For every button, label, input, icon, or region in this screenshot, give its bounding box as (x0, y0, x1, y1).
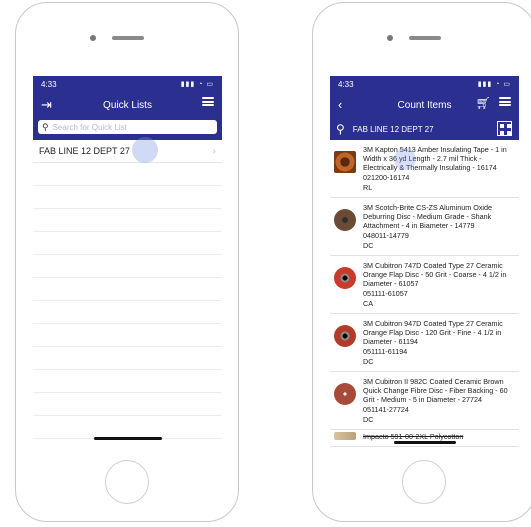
search-icon[interactable]: ⚲ (336, 122, 345, 136)
item-sku: 051141-27724 (363, 405, 409, 414)
status-bar: 4:33 ▮▮▮ ◔ ▭ (330, 76, 519, 92)
touch-indicator (394, 148, 416, 170)
home-indicator (94, 437, 162, 440)
list-item[interactable]: 3M Cubitron II 982C Coated Ceramic Brown… (330, 372, 519, 430)
camera-icon (90, 35, 96, 41)
count-items-screen: 4:33 ▮▮▮ ◔ ▭ ‹ Count Items 🛒︎ ⚲ FAB LINE… (330, 76, 519, 447)
home-button[interactable] (402, 460, 446, 504)
product-thumbnail (334, 209, 356, 231)
item-uom: DC (363, 415, 374, 424)
item-sku: 051111-61194 (363, 347, 408, 356)
quick-lists-screen: 4:33 ▮▮▮ ◔ ▭ ⇥ Quick Lists ⚲ Search for … (33, 76, 222, 447)
chevron-right-icon: › (212, 145, 216, 157)
menu-icon[interactable] (202, 97, 214, 106)
item-description: 3M Scotch-Brite CS-ZS Aluminum Oxide Deb… (363, 203, 493, 230)
status-time: 4:33 (338, 79, 354, 89)
empty-row (33, 324, 222, 347)
empty-row (33, 393, 222, 416)
empty-row (33, 278, 222, 301)
empty-row (33, 209, 222, 232)
empty-row (33, 163, 222, 186)
page-title: Count Items (397, 99, 452, 111)
phone-left: 4:33 ▮▮▮ ◔ ▭ ⇥ Quick Lists ⚲ Search for … (15, 2, 239, 522)
quick-list-search-input[interactable]: ⚲ Search for Quick List (38, 120, 217, 134)
title-bar: ⇥ Quick Lists (33, 92, 222, 118)
item-sku: 021200-16174 (363, 173, 410, 182)
list-item[interactable]: 3M Cubitron 947D Coated Type 27 Ceramic … (330, 314, 519, 372)
list-item[interactable]: 3M Scotch-Brite CS-ZS Aluminum Oxide Deb… (330, 198, 519, 256)
title-bar: ‹ Count Items 🛒︎ (330, 92, 519, 118)
search-icon: ⚲ (42, 121, 49, 132)
item-description: Impacto 591-00-2XL Polycotton (363, 432, 464, 441)
product-thumbnail (334, 267, 356, 289)
qr-code-icon[interactable] (497, 121, 512, 136)
menu-icon[interactable] (499, 97, 511, 106)
list-item[interactable]: 3M Cubitron 747D Coated Type 27 Ceramic … (330, 256, 519, 314)
empty-row (33, 416, 222, 439)
item-uom: DC (363, 357, 374, 366)
home-button[interactable] (105, 460, 149, 504)
item-description: 3M Kapton 5413 Amber Insulating Tape - 1… (363, 145, 507, 172)
empty-row (33, 186, 222, 209)
item-uom: CA (363, 299, 373, 308)
item-description: 3M Cubitron 747D Coated Type 27 Ceramic … (363, 261, 507, 288)
list-item[interactable]: FAB LINE 12 DEPT 27 › (33, 140, 222, 163)
touch-indicator (132, 137, 158, 163)
status-icons: ▮▮▮ ◔ ▭ (180, 81, 214, 88)
speaker-slot (409, 36, 441, 40)
item-description: 3M Cubitron 947D Coated Type 27 Ceramic … (363, 319, 503, 346)
speaker-slot (112, 36, 144, 40)
item-description: 3M Cubitron II 982C Coated Ceramic Brown… (363, 377, 508, 404)
empty-row (33, 301, 222, 324)
list-search-bar[interactable]: ⚲ FAB LINE 12 DEPT 27 (330, 118, 519, 140)
status-bar: 4:33 ▮▮▮ ◔ ▭ (33, 76, 222, 92)
cart-icon[interactable]: 🛒︎ (476, 96, 491, 110)
product-thumbnail (334, 151, 356, 173)
empty-row (33, 370, 222, 393)
list-item[interactable]: 3M Kapton 5413 Amber Insulating Tape - 1… (330, 140, 519, 198)
product-thumbnail (334, 325, 356, 347)
list-name: FAB LINE 12 DEPT 27 (352, 124, 434, 134)
item-uom: DC (363, 241, 374, 250)
empty-row (33, 232, 222, 255)
status-icons: ▮▮▮ ◔ ▭ (477, 81, 511, 88)
camera-icon (387, 35, 393, 41)
navbar: 4:33 ▮▮▮ ◔ ▭ ‹ Count Items 🛒︎ ⚲ FAB LINE… (330, 76, 519, 140)
page-title: Quick Lists (103, 99, 152, 111)
product-thumbnail (334, 383, 356, 405)
list-item-label: FAB LINE 12 DEPT 27 (39, 146, 130, 156)
item-sku: 048011-14779 (363, 231, 409, 240)
empty-row (33, 347, 222, 370)
logout-icon[interactable]: ⇥ (41, 97, 52, 113)
search-placeholder: Search for Quick List (52, 122, 127, 132)
back-icon[interactable]: ‹ (338, 97, 342, 112)
status-time: 4:33 (41, 79, 57, 89)
item-sku: 051111-61057 (363, 289, 408, 298)
item-uom: RL (363, 183, 373, 192)
home-indicator (394, 441, 456, 444)
phone-right: 4:33 ▮▮▮ ◔ ▭ ‹ Count Items 🛒︎ ⚲ FAB LINE… (312, 2, 531, 522)
list-item[interactable]: Impacto 591-00-2XL Polycotton (330, 430, 519, 447)
product-thumbnail (334, 432, 356, 440)
empty-row (33, 255, 222, 278)
navbar: 4:33 ▮▮▮ ◔ ▭ ⇥ Quick Lists ⚲ Search for … (33, 76, 222, 140)
